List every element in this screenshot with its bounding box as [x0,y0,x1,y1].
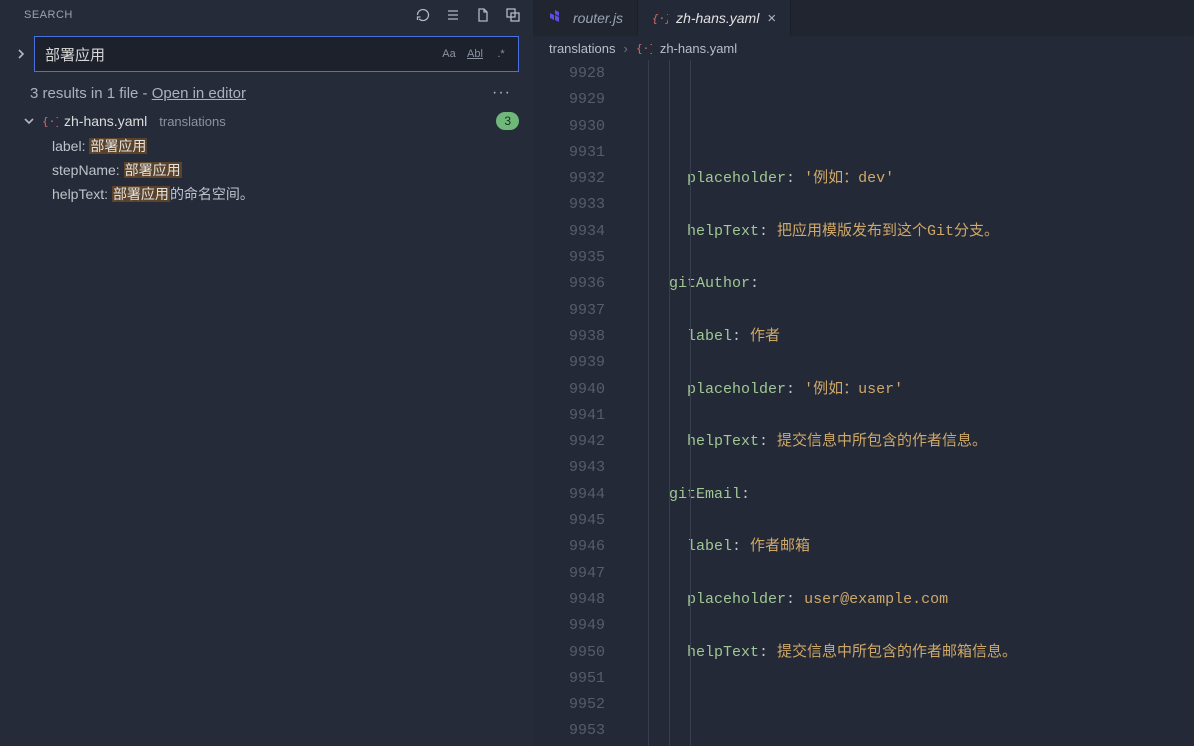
search-row: Aa Abl .* [0,30,533,72]
clear-icon[interactable] [445,7,461,23]
result-file-row[interactable]: {·} zh-hans.yaml translations 3 [0,108,533,134]
search-highlight: 部署应用 [124,162,182,178]
refresh-icon[interactable] [415,7,431,23]
tab-label: zh-hans.yaml [676,10,759,26]
yaml-icon: {·} [652,10,668,26]
code-area[interactable]: 9928992999309931993299339934993599369937… [533,60,1194,746]
result-file-name: zh-hans.yaml [64,113,147,129]
more-icon[interactable]: ··· [492,84,519,102]
search-highlight: 部署应用 [89,138,147,154]
panel-actions [415,7,521,23]
match-case-icon[interactable]: Aa [438,43,460,65]
chevron-down-icon[interactable] [22,114,36,128]
collapse-icon[interactable] [505,7,521,23]
editor-area: router.js {·} zh-hans.yaml × translation… [533,0,1194,746]
chevron-right-icon: › [623,41,627,56]
search-panel: SEARCH Aa Abl .* [0,0,533,746]
svg-text:{·}: {·} [42,115,58,128]
yaml-icon: {·} [42,113,58,129]
yaml-icon: {·} [636,40,652,56]
tab-bar: router.js {·} zh-hans.yaml × [533,0,1194,36]
indent-guide [669,60,670,746]
new-file-icon[interactable] [475,7,491,23]
result-file-folder: translations [159,114,225,129]
toggle-replace-icon[interactable] [14,47,28,61]
search-input-wrap: Aa Abl .* [34,36,519,72]
indent-guide [648,60,649,746]
svg-text:{·}: {·} [652,12,668,25]
breadcrumb-segment[interactable]: translations [549,41,615,56]
search-input[interactable] [45,46,438,63]
breadcrumb-segment[interactable]: zh-hans.yaml [660,41,737,56]
results-count-text: 3 results in 1 file - [30,85,152,102]
match-word-icon[interactable]: Abl [464,43,486,65]
result-line[interactable]: stepName: 部署应用 [0,158,533,182]
tab-router[interactable]: router.js [533,0,638,36]
close-icon[interactable]: × [767,10,776,27]
open-in-editor-link[interactable]: Open in editor [152,85,246,102]
result-line[interactable]: helpText: 部署应用的命名空间。 [0,182,533,206]
tab-zhhans[interactable]: {·} zh-hans.yaml × [638,0,791,36]
panel-header: SEARCH [0,0,533,30]
svg-text:{·}: {·} [636,42,652,55]
tab-label: router.js [573,10,623,26]
code-content[interactable]: placeholder: '例如：dev' helpText: 把应用模版发布到… [633,60,1194,746]
panel-title: SEARCH [24,9,415,21]
terraform-icon [547,9,565,27]
search-options: Aa Abl .* [438,43,512,65]
indent-guide [690,60,691,746]
breadcrumb[interactable]: translations › {·} zh-hans.yaml [533,36,1194,60]
result-count-badge: 3 [496,112,519,130]
search-highlight: 部署应用 [112,186,170,202]
regex-icon[interactable]: .* [490,43,512,65]
line-number-gutter: 9928992999309931993299339934993599369937… [533,60,633,746]
results-summary: 3 results in 1 file - Open in editor ··· [0,72,533,108]
result-line[interactable]: label: 部署应用 [0,134,533,158]
